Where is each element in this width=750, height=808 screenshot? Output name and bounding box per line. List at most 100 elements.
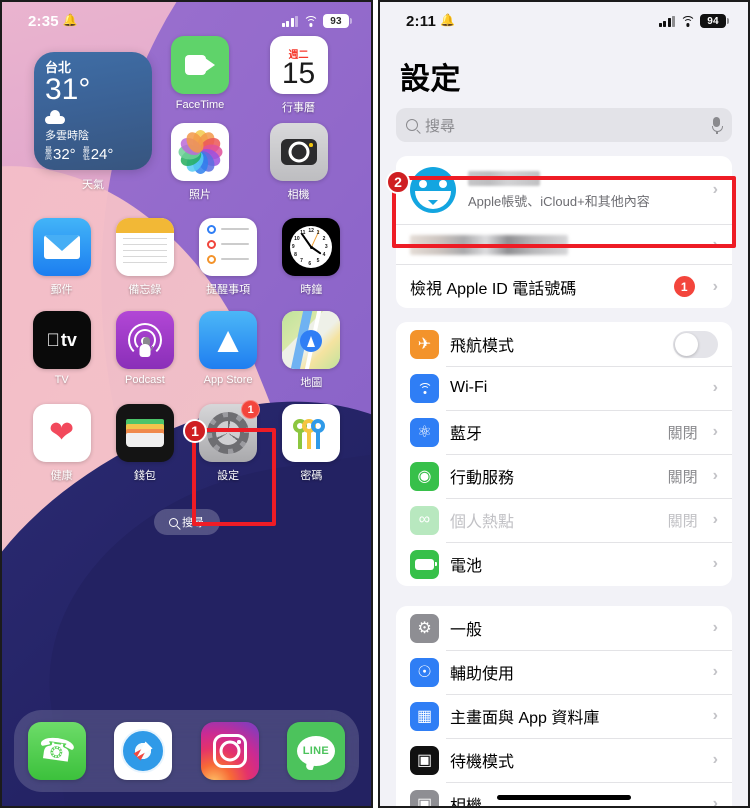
health-icon: ❤ (32, 404, 91, 462)
settings-row-hotspot[interactable]: ∞ 個人熱點 關閉 (396, 498, 732, 542)
battery-indicator: 94 (700, 14, 729, 28)
app-appstore[interactable]: ▲ App Store (192, 311, 264, 390)
weather-high-label-2: 高 (45, 154, 52, 162)
line-icon[interactable]: LINE (286, 722, 345, 780)
app-mail[interactable]: 郵件 (26, 218, 98, 297)
secondary-row-blurred (410, 234, 568, 255)
row-label: 檢視 Apple ID 電話號碼 (410, 280, 577, 298)
connectivity-group: ✈ 飛航模式 Wi-Fi ⚛ 藍牙 關閉 ◉ 行動服務 關 (396, 322, 732, 586)
notes-icon (115, 218, 174, 276)
reminders-icon (199, 218, 258, 276)
row-label: 個人熱點 (450, 514, 515, 531)
row-label: 待機模式 (450, 754, 515, 771)
weather-low: 24° (90, 145, 114, 163)
app-label: TV (54, 374, 69, 386)
settings-row-battery[interactable]: 電池 (396, 542, 732, 586)
photos-icon (171, 123, 229, 181)
chevron-right-icon (713, 752, 718, 768)
home-indicator (497, 795, 631, 800)
dock: ☎ LINE (14, 710, 359, 792)
safari-icon[interactable] (114, 722, 173, 780)
app-label: FaceTime (175, 99, 225, 111)
gear-icon: ⚙ (410, 613, 439, 643)
weather-condition: 多雲時陰 (45, 129, 89, 142)
settings-row-home-screen[interactable]: ▦ 主畫面與 App 資料庫 (396, 694, 732, 738)
instagram-icon[interactable] (200, 722, 259, 780)
app-label: 提醒事項 (206, 284, 251, 296)
mail-icon (32, 218, 91, 276)
line-label: LINE (302, 745, 329, 757)
app-reminders[interactable]: 提醒事項 (192, 218, 264, 297)
row-value: 關閉 (667, 468, 698, 486)
settings-row-bluetooth[interactable]: ⚛ 藍牙 關閉 (396, 410, 732, 454)
iphone-home-screen: 2:35 93 台北 31° 多雲時陰 (0, 0, 373, 808)
camera-icon (269, 123, 328, 181)
row-label: Wi-Fi (450, 379, 488, 396)
apple-id-row[interactable]: Apple帳號、iCloud+和其他內容 (396, 156, 732, 224)
settings-row-cellular[interactable]: ◉ 行動服務 關閉 (396, 454, 732, 498)
app-camera[interactable]: 相機 (263, 123, 335, 202)
app-notes[interactable]: 備忘錄 (109, 218, 181, 297)
widget-row: 台北 31° 多雲時陰 最高 32° 最低 24° 天氣 FaceTime 週二… (20, 36, 353, 202)
chevron-right-icon (713, 556, 718, 572)
settings-row-general[interactable]: ⚙ 一般 (396, 606, 732, 650)
battery-icon (410, 549, 439, 579)
phone-icon[interactable]: ☎ (28, 722, 87, 780)
row-label: 電池 (450, 558, 483, 575)
view-apple-id-phone-row[interactable]: 檢視 Apple ID 電話號碼 1 (396, 264, 732, 308)
app-maps[interactable]: 地圖 (275, 311, 347, 390)
chevron-right-icon (713, 796, 718, 806)
row-value: 關閉 (667, 512, 698, 530)
app-calendar[interactable]: 週二 15 行事曆 (263, 36, 335, 115)
step-marker-1: 1 (183, 419, 207, 443)
account-group: Apple帳號、iCloud+和其他內容 檢視 Apple ID 電話號碼 1 (396, 156, 732, 308)
airplane-toggle[interactable] (673, 330, 718, 358)
bell-slash-icon (440, 13, 455, 28)
microphone-icon[interactable] (711, 116, 723, 134)
search-placeholder: 搜尋 (425, 117, 456, 135)
weather-widget[interactable]: 台北 31° 多雲時陰 最高 32° 最低 24° (34, 52, 152, 170)
account-subtitle: Apple帳號、iCloud+和其他內容 (468, 193, 650, 209)
app-settings[interactable]: 1 設定 (192, 400, 264, 483)
app-label: 錢包 (133, 470, 156, 482)
weather-widget-label: 天氣 (82, 179, 104, 191)
app-health[interactable]: ❤ 健康 (26, 404, 98, 483)
maps-icon (282, 311, 341, 369)
app-clock[interactable]: 1 2 3 4 5 6 7 8 9 10 11 12 時鐘 (275, 218, 347, 297)
app-label: 時鐘 (300, 284, 323, 296)
secondary-account-row[interactable] (396, 224, 732, 264)
weather-temp: 31° (45, 73, 91, 107)
app-tv[interactable]: tv TV (26, 311, 98, 390)
iphone-settings-screen: 2:11 94 設定 搜尋 A (378, 0, 750, 808)
settings-row-accessibility[interactable]: ☉ 輔助使用 (396, 650, 732, 694)
appletv-icon: tv (32, 311, 91, 369)
app-label: 密碼 (300, 470, 323, 482)
app-label: App Store (203, 374, 253, 386)
hotspot-icon: ∞ (410, 505, 439, 535)
status-time: 2:35 (28, 12, 59, 30)
step-marker-2: 2 (386, 170, 410, 194)
calendar-icon: 週二 15 (269, 36, 328, 94)
row-label: 一般 (450, 622, 483, 639)
page-title: 設定 (400, 63, 461, 96)
settings-row-airplane[interactable]: ✈ 飛航模式 (396, 322, 732, 366)
chevron-right-icon (713, 279, 718, 295)
app-podcast[interactable]: Podcast (109, 311, 181, 390)
row-label: 行動服務 (450, 470, 515, 487)
home-search-pill[interactable]: 搜尋 (153, 509, 220, 535)
app-facetime[interactable]: FaceTime (164, 36, 236, 115)
app-wallet[interactable]: 錢包 (109, 404, 181, 483)
cellular-icon: ◉ (410, 461, 439, 491)
app-label: 健康 (50, 470, 73, 482)
search-input[interactable]: 搜尋 (396, 108, 732, 142)
standby-icon: ▣ (410, 745, 439, 775)
wifi-icon (680, 15, 695, 27)
settings-row-wifi[interactable]: Wi-Fi (396, 366, 732, 410)
app-label: 郵件 (50, 284, 73, 296)
settings-row-standby[interactable]: ▣ 待機模式 (396, 738, 732, 782)
account-name-blurred (468, 170, 540, 186)
app-photos[interactable]: 照片 (164, 123, 236, 202)
app-passwords[interactable]: 密碼 (275, 404, 347, 483)
home-screen-content: 台北 31° 多雲時陰 最高 32° 最低 24° 天氣 FaceTime 週二… (2, 36, 371, 535)
chevron-right-icon (713, 424, 718, 440)
